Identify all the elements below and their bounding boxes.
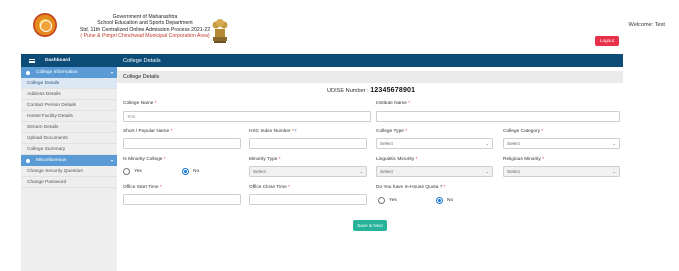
sidebar-item-college-summary[interactable]: College Summary [21, 144, 117, 155]
is-minority-label: Is Minority College * [123, 157, 166, 162]
page-header: Government of Maharashtra School Educati… [0, 0, 679, 54]
office-start-label: Office Start Time * [123, 185, 162, 190]
institute-name-label: Institute Name * [376, 101, 411, 106]
sidebar-item-address-details[interactable]: Address Details [21, 89, 117, 100]
udise-label: UDISE Number : [327, 88, 369, 94]
college-name-label: College Name * [123, 101, 157, 106]
short-name-input[interactable] [123, 138, 241, 149]
bullet-icon [26, 70, 30, 75]
radio-checked-icon [182, 168, 189, 175]
chevron-down-icon: ⌄ [612, 141, 616, 146]
linguistic-minority-select[interactable]: Select ⌄ [376, 166, 493, 177]
religious-minority-select[interactable]: Select ⌄ [503, 166, 620, 177]
chevron-down-icon: ▾ [110, 70, 113, 75]
linguistic-minority-label: Linguistic Minority * [376, 157, 418, 162]
college-type-select[interactable]: Select ⌄ [376, 138, 493, 149]
college-category-label: College Category * [503, 129, 544, 134]
national-emblem-icon [212, 19, 228, 43]
in-house-quota-yes-radio[interactable]: Yes [378, 197, 397, 204]
save-next-button[interactable]: Save & Next [353, 220, 387, 231]
sidebar-dashboard-label: Dashboard [45, 58, 71, 63]
college-name-input[interactable]: Test [123, 111, 371, 122]
religious-minority-label: Religious Minority * [503, 157, 545, 162]
minority-type-select[interactable]: Select ⌄ [249, 166, 367, 177]
page-title: College Details [117, 54, 623, 67]
sidebar-dashboard[interactable]: Dashboard [21, 54, 117, 67]
hsc-index-label: HSC Index Number *? [249, 129, 297, 134]
welcome-text: Welcome: Test [628, 22, 665, 28]
office-start-input[interactable] [123, 194, 241, 205]
sidebar-item-change-password[interactable]: Change Password [21, 177, 117, 188]
sidebar-item-upload-documents[interactable]: Upload Documents [21, 133, 117, 144]
sidebar-item-hostel-facility-details[interactable]: Hostel Facility Details [21, 111, 117, 122]
sidebar-item-contact-person-details[interactable]: Contact Person Details [21, 100, 117, 111]
is-minority-no-radio[interactable]: No [182, 168, 199, 175]
header-titles: Government of Maharashtra School Educati… [60, 14, 230, 40]
help-icon: ? [293, 129, 297, 134]
short-name-label: Short / Popular Name * [123, 129, 173, 134]
udise-number: UDISE Number : 12345678901 [327, 87, 415, 94]
radio-icon [378, 197, 385, 204]
in-house-quota-no-radio[interactable]: No [436, 197, 453, 204]
sidebar-section-college-information[interactable]: College Information ▾ [21, 67, 117, 78]
college-type-label: College Type * [376, 129, 408, 134]
udise-value: 12345678901 [370, 87, 416, 94]
chevron-down-icon: ⌄ [485, 169, 489, 174]
sidebar-item-college-details[interactable]: College Details [21, 78, 117, 89]
sidebar-section-miscellaneous[interactable]: Miscellaneous ▾ [21, 155, 117, 166]
state-logo-icon [33, 13, 57, 37]
minority-type-label: Minority Type * [249, 157, 281, 162]
office-close-label: Office Close Time * [249, 185, 290, 190]
in-house-quota-label: Do You have In-House Quota ? * [376, 185, 446, 190]
header-title-line-4: ( Pune & Pimpri Chinchwad Municipal Corp… [80, 33, 210, 40]
office-close-input[interactable] [249, 194, 367, 205]
sidebar-section-label: College Information [36, 70, 78, 75]
college-category-select[interactable]: Select ⌄ [503, 138, 620, 149]
chevron-down-icon: ⌄ [359, 169, 363, 174]
sidebar-item-stream-details[interactable]: Stream Details [21, 122, 117, 133]
logout-button[interactable]: Logout [595, 36, 619, 46]
radio-icon [123, 168, 130, 175]
chevron-down-icon: ⌄ [612, 169, 616, 174]
chevron-down-icon: ⌄ [485, 141, 489, 146]
institute-name-input[interactable] [376, 111, 620, 122]
hsc-index-input[interactable] [249, 138, 367, 149]
bullet-icon [26, 158, 30, 163]
chevron-down-icon: ▾ [110, 158, 113, 163]
main-content: College Details College Details UDISE Nu… [117, 54, 623, 271]
menu-icon [29, 58, 35, 63]
radio-checked-icon [436, 197, 443, 204]
sidebar-section-label: Miscellaneous [36, 158, 67, 163]
sidebar: Dashboard College Information ▾ College … [21, 54, 117, 271]
is-minority-yes-radio[interactable]: Yes [123, 168, 142, 175]
section-header: College Details [117, 71, 623, 83]
sidebar-item-change-security-question[interactable]: Change Security Question [21, 166, 117, 177]
